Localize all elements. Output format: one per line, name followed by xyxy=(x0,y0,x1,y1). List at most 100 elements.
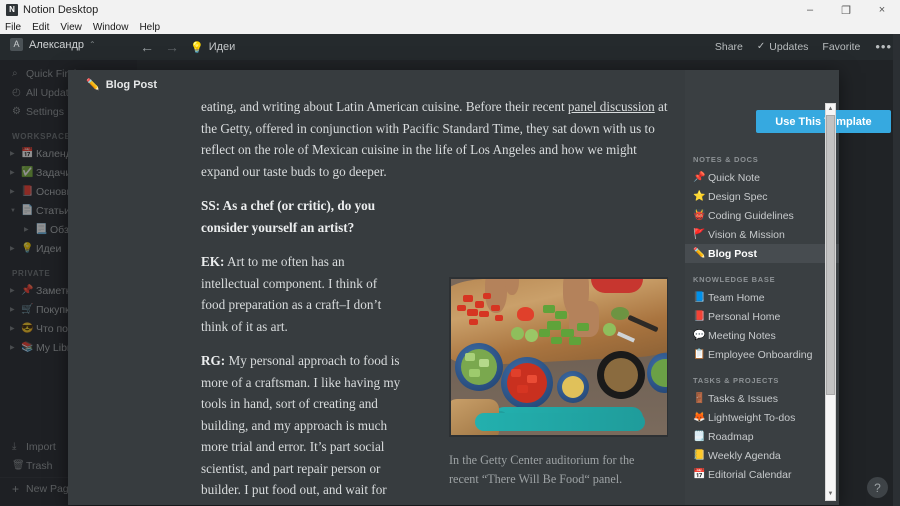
template-item-team-home[interactable]: 📘 Team Home xyxy=(685,288,839,307)
pencil-icon: ✏️ xyxy=(693,248,706,259)
navigation-controls: ← → 💡 Идеи xyxy=(140,39,235,55)
close-button[interactable]: × xyxy=(864,0,900,20)
scroll-thumb[interactable] xyxy=(826,115,835,395)
minimize-button[interactable]: – xyxy=(792,0,828,20)
template-item-coding-guidelines[interactable]: 👹 Coding Guidelines xyxy=(685,206,839,225)
menu-help[interactable]: Help xyxy=(139,22,160,33)
template-item-label: Employee Onboarding xyxy=(708,348,813,361)
template-item-quick-note[interactable]: 📌 Quick Note xyxy=(685,168,839,187)
template-item-personal-home[interactable]: 📕 Personal Home xyxy=(685,307,839,326)
red-book-icon: 📕 xyxy=(693,311,706,322)
updates-button[interactable]: Updates xyxy=(769,41,808,53)
template-list: NOTES & DOCS 📌 Quick Note ⭐ Design Spec … xyxy=(685,143,839,505)
template-panel-scrollbar[interactable]: ▲ ▼ xyxy=(825,103,836,501)
template-item-blog-post[interactable]: ✏️ Blog Post xyxy=(685,244,839,263)
blue-book-icon: 📘 xyxy=(693,292,706,303)
window-title: Notion Desktop xyxy=(23,4,99,16)
notion-desktop-window: N Notion Desktop – ❐ × File Edit View Wi… xyxy=(0,0,900,506)
app-topbar: A Александр ⌃ ← → 💡 Идеи Share ✓ Updates… xyxy=(0,34,900,60)
template-section-notes-docs: NOTES & DOCS xyxy=(693,155,759,164)
template-item-label: Design Spec xyxy=(708,190,768,203)
template-picker-panel: Use This Template NOTES & DOCS 📌 Quick N… xyxy=(685,70,891,505)
topbar-actions: Share ✓ Updates Favorite ••• xyxy=(701,39,892,54)
pushpin-icon: 📌 xyxy=(693,172,706,183)
paragraph-question: SS: As a chef (or critic), do you consid… xyxy=(201,198,376,235)
template-item-roadmap[interactable]: 🗒️ Roadmap xyxy=(685,427,839,446)
menu-edit[interactable]: Edit xyxy=(32,22,49,33)
user-name: Александр xyxy=(29,38,85,51)
maximize-button[interactable]: ❐ xyxy=(828,0,864,20)
back-arrow-icon[interactable]: ← xyxy=(140,39,154,55)
more-options-icon[interactable]: ••• xyxy=(875,39,892,54)
scroll-up-icon[interactable]: ▲ xyxy=(826,104,835,115)
flag-icon: 🚩 xyxy=(693,229,706,240)
paragraph-intro: eating, and writing about Latin American… xyxy=(201,96,668,182)
menu-bar: File Edit View Window Help xyxy=(0,20,900,34)
use-this-template-button[interactable]: Use This Template xyxy=(756,110,891,133)
modal-document-pane: ✏️ Blog Post eating, and writing about L… xyxy=(68,70,685,505)
figure-caption: In the Getty Center auditorium for the r… xyxy=(449,453,635,486)
scroll-icon: 🗒️ xyxy=(693,431,706,442)
modal-page-tab[interactable]: ✏️ Blog Post xyxy=(86,78,158,92)
template-item-meeting-notes[interactable]: 💬 Meeting Notes xyxy=(685,326,839,345)
notion-logo-icon: N xyxy=(6,4,18,16)
speaker-label-ek: EK: xyxy=(201,254,225,269)
notebook-icon: 📒 xyxy=(693,450,706,461)
template-item-label: Team Home xyxy=(708,291,765,304)
panel-discussion-link[interactable]: panel discussion xyxy=(568,99,655,114)
template-item-weekly-agenda[interactable]: 📒 Weekly Agenda xyxy=(685,446,839,465)
monster-face-icon: 👹 xyxy=(693,210,706,221)
favorite-button[interactable]: Favorite xyxy=(822,41,860,53)
fox-icon: 🦊 xyxy=(693,412,706,423)
share-button[interactable]: Share xyxy=(715,41,743,53)
forward-arrow-icon[interactable]: → xyxy=(165,39,179,55)
template-section-knowledge-base: KNOWLEDGE BASE xyxy=(693,275,776,284)
paragraph-answer-rg: RG: My personal approach to food is more… xyxy=(201,350,401,505)
app-body: A Александр ⌃ ← → 💡 Идеи Share ✓ Updates… xyxy=(0,34,900,506)
menu-window[interactable]: Window xyxy=(93,22,129,33)
help-button[interactable]: ? xyxy=(867,477,888,498)
intro-pre-text: eating, and writing about Latin American… xyxy=(201,99,568,114)
template-item-employee-onboarding[interactable]: 📋 Employee Onboarding xyxy=(685,345,839,364)
workspace-switcher[interactable]: A Александр ⌃ xyxy=(10,38,96,51)
template-item-label: Weekly Agenda xyxy=(708,449,781,462)
template-item-label: Blog Post xyxy=(708,247,757,260)
menu-file[interactable]: File xyxy=(5,22,21,33)
clipboard-icon: 📋 xyxy=(693,349,706,360)
template-item-editorial-calendar[interactable]: 📅 Editorial Calendar xyxy=(685,465,839,484)
lightbulb-icon: 💡 xyxy=(190,41,204,54)
modal-page-title: Blog Post xyxy=(105,78,158,91)
app-outer-scrollbar[interactable] xyxy=(893,34,900,506)
document-figure: In the Getty Center auditorium for the r… xyxy=(449,277,668,489)
paragraph-answer-ek: EK: Art to me often has an intellectual … xyxy=(201,251,401,337)
pencil-icon: ✏️ xyxy=(86,79,100,91)
template-item-lightweight-todos[interactable]: 🦊 Lightweight To-dos xyxy=(685,408,839,427)
answer-ek-text: Art to me often has an intellectual comp… xyxy=(201,254,382,334)
menu-view[interactable]: View xyxy=(60,22,82,33)
template-section-tasks-projects: TASKS & PROJECTS xyxy=(693,376,780,385)
check-icon: ✓ xyxy=(756,41,766,52)
template-item-label: Roadmap xyxy=(708,430,754,443)
document-body: eating, and writing about Latin American… xyxy=(68,96,668,505)
breadcrumb[interactable]: Идеи xyxy=(209,41,236,53)
template-item-label: Editorial Calendar xyxy=(708,468,792,481)
answer-rg-text: My personal approach to food is more of … xyxy=(201,353,401,505)
template-preview-modal: ✏️ Blog Post eating, and writing about L… xyxy=(68,70,891,505)
template-item-label: Meeting Notes xyxy=(708,329,776,342)
window-controls: – ❐ × xyxy=(792,0,900,20)
template-item-vision-mission[interactable]: 🚩 Vision & Mission xyxy=(685,225,839,244)
template-item-label: Quick Note xyxy=(708,171,760,184)
template-item-label: Vision & Mission xyxy=(708,228,785,241)
document-text-column: eating, and writing about Latin American… xyxy=(201,96,668,505)
template-item-label: Tasks & Issues xyxy=(708,392,779,405)
window-titlebar: N Notion Desktop – ❐ × xyxy=(0,0,900,20)
door-icon: 🚪 xyxy=(693,393,706,404)
scroll-down-icon[interactable]: ▼ xyxy=(826,489,835,500)
star-icon: ⭐ xyxy=(693,191,706,202)
calendar-icon: 📅 xyxy=(693,469,706,480)
template-item-tasks-issues[interactable]: 🚪 Tasks & Issues xyxy=(685,389,839,408)
template-item-design-spec[interactable]: ⭐ Design Spec xyxy=(685,187,839,206)
food-preparation-photo xyxy=(449,277,668,437)
speech-bubble-icon: 💬 xyxy=(693,330,706,341)
chevron-updown-icon: ⌃ xyxy=(89,40,96,49)
